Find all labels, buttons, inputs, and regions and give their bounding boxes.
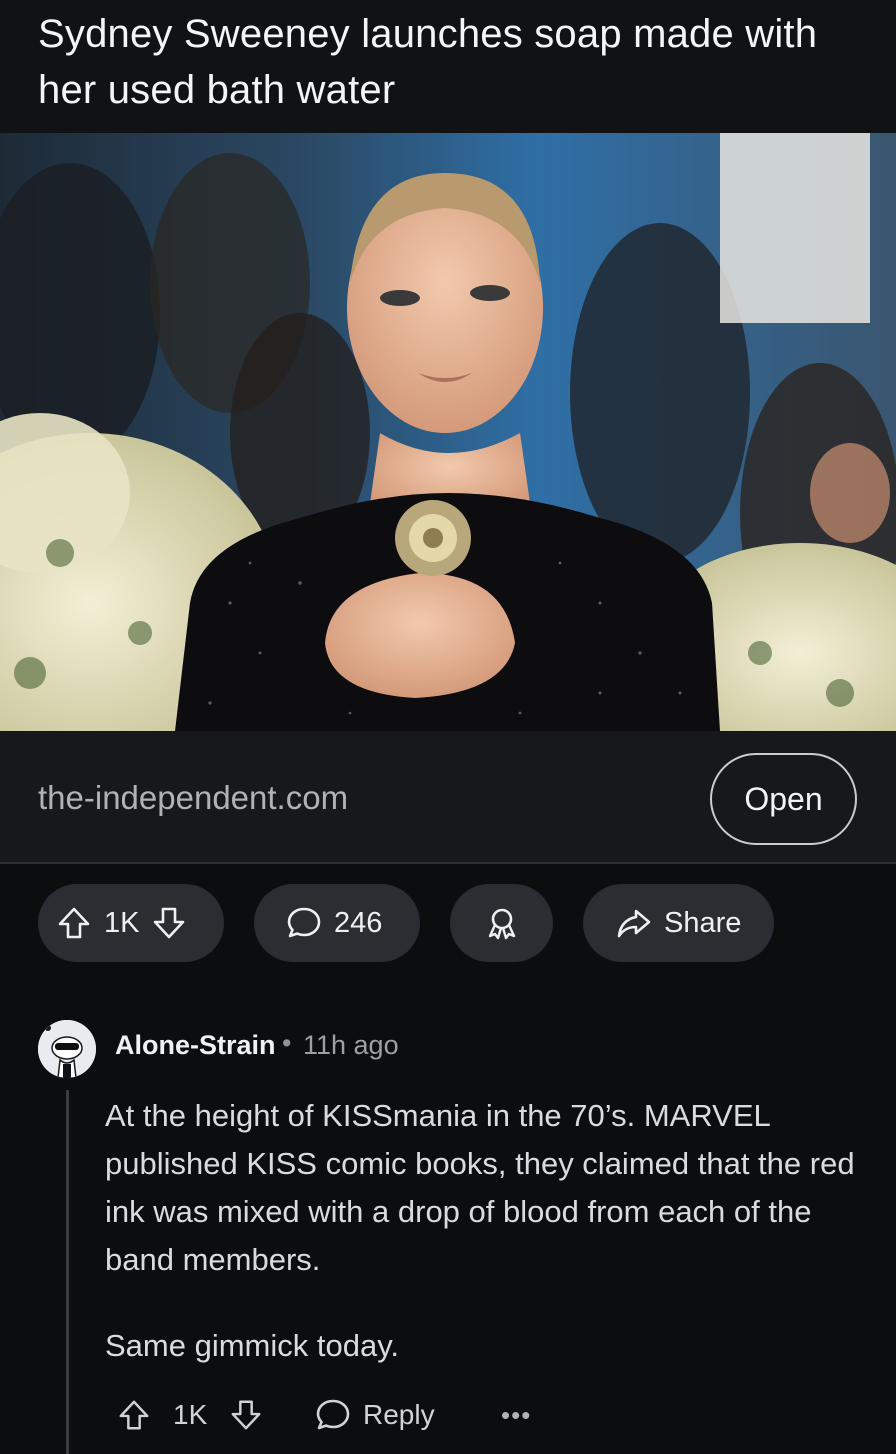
link-preview-bar: the-independent.com Open xyxy=(0,731,896,864)
share-arrow-icon xyxy=(616,905,652,941)
post-title-bar: Sydney Sweeney launches soap made with h… xyxy=(0,0,896,133)
award-button[interactable] xyxy=(450,884,553,962)
comment-paragraph: At the height of KISSmania in the 70’s. … xyxy=(105,1098,855,1277)
comment-age: 11h ago xyxy=(303,1030,399,1060)
speech-bubble-icon xyxy=(316,1399,350,1430)
snoo-avatar-icon xyxy=(38,1020,96,1078)
reply-label: Reply xyxy=(363,1399,435,1430)
downvote-arrow-icon[interactable] xyxy=(229,1392,263,1438)
comment: Alone-Strain • 11h ago At the height of … xyxy=(0,1010,896,1454)
post-vote-count: 1K xyxy=(104,906,140,939)
comment-paragraph: Same gimmick today. xyxy=(105,1328,400,1363)
reply-button[interactable]: Reply xyxy=(315,1392,435,1438)
share-button[interactable]: Share xyxy=(583,884,774,962)
post-image-graphic xyxy=(0,133,896,731)
comment-count: 246 xyxy=(334,906,383,939)
downvote-arrow-icon[interactable] xyxy=(151,905,187,941)
post-title[interactable]: Sydney Sweeney launches soap made with h… xyxy=(38,6,878,118)
comments-button[interactable]: 246 xyxy=(254,884,420,962)
post-image[interactable] xyxy=(0,133,896,731)
award-ribbon-icon xyxy=(484,905,520,941)
comment-action-bar: 1K Reply ••• xyxy=(105,1392,565,1438)
thread-line[interactable] xyxy=(66,1090,69,1454)
open-link-button[interactable]: Open xyxy=(710,753,857,845)
link-domain[interactable]: the-independent.com xyxy=(38,779,348,817)
avatar[interactable] xyxy=(38,1020,96,1078)
comment-body: At the height of KISSmania in the 70’s. … xyxy=(105,1092,875,1370)
speech-bubble-icon xyxy=(286,905,322,941)
more-dots-icon[interactable]: ••• xyxy=(501,1392,531,1438)
meta-separator: • xyxy=(282,1028,292,1058)
share-label: Share xyxy=(664,906,742,939)
comment-author[interactable]: Alone-Strain xyxy=(115,1030,276,1061)
vote-control: 1K xyxy=(38,884,224,962)
post-action-bar: 1K 246 Share xyxy=(0,884,896,962)
comment-vote-count: 1K xyxy=(173,1399,208,1430)
upvote-arrow-icon[interactable] xyxy=(117,1392,151,1438)
upvote-arrow-icon[interactable] xyxy=(56,905,92,941)
